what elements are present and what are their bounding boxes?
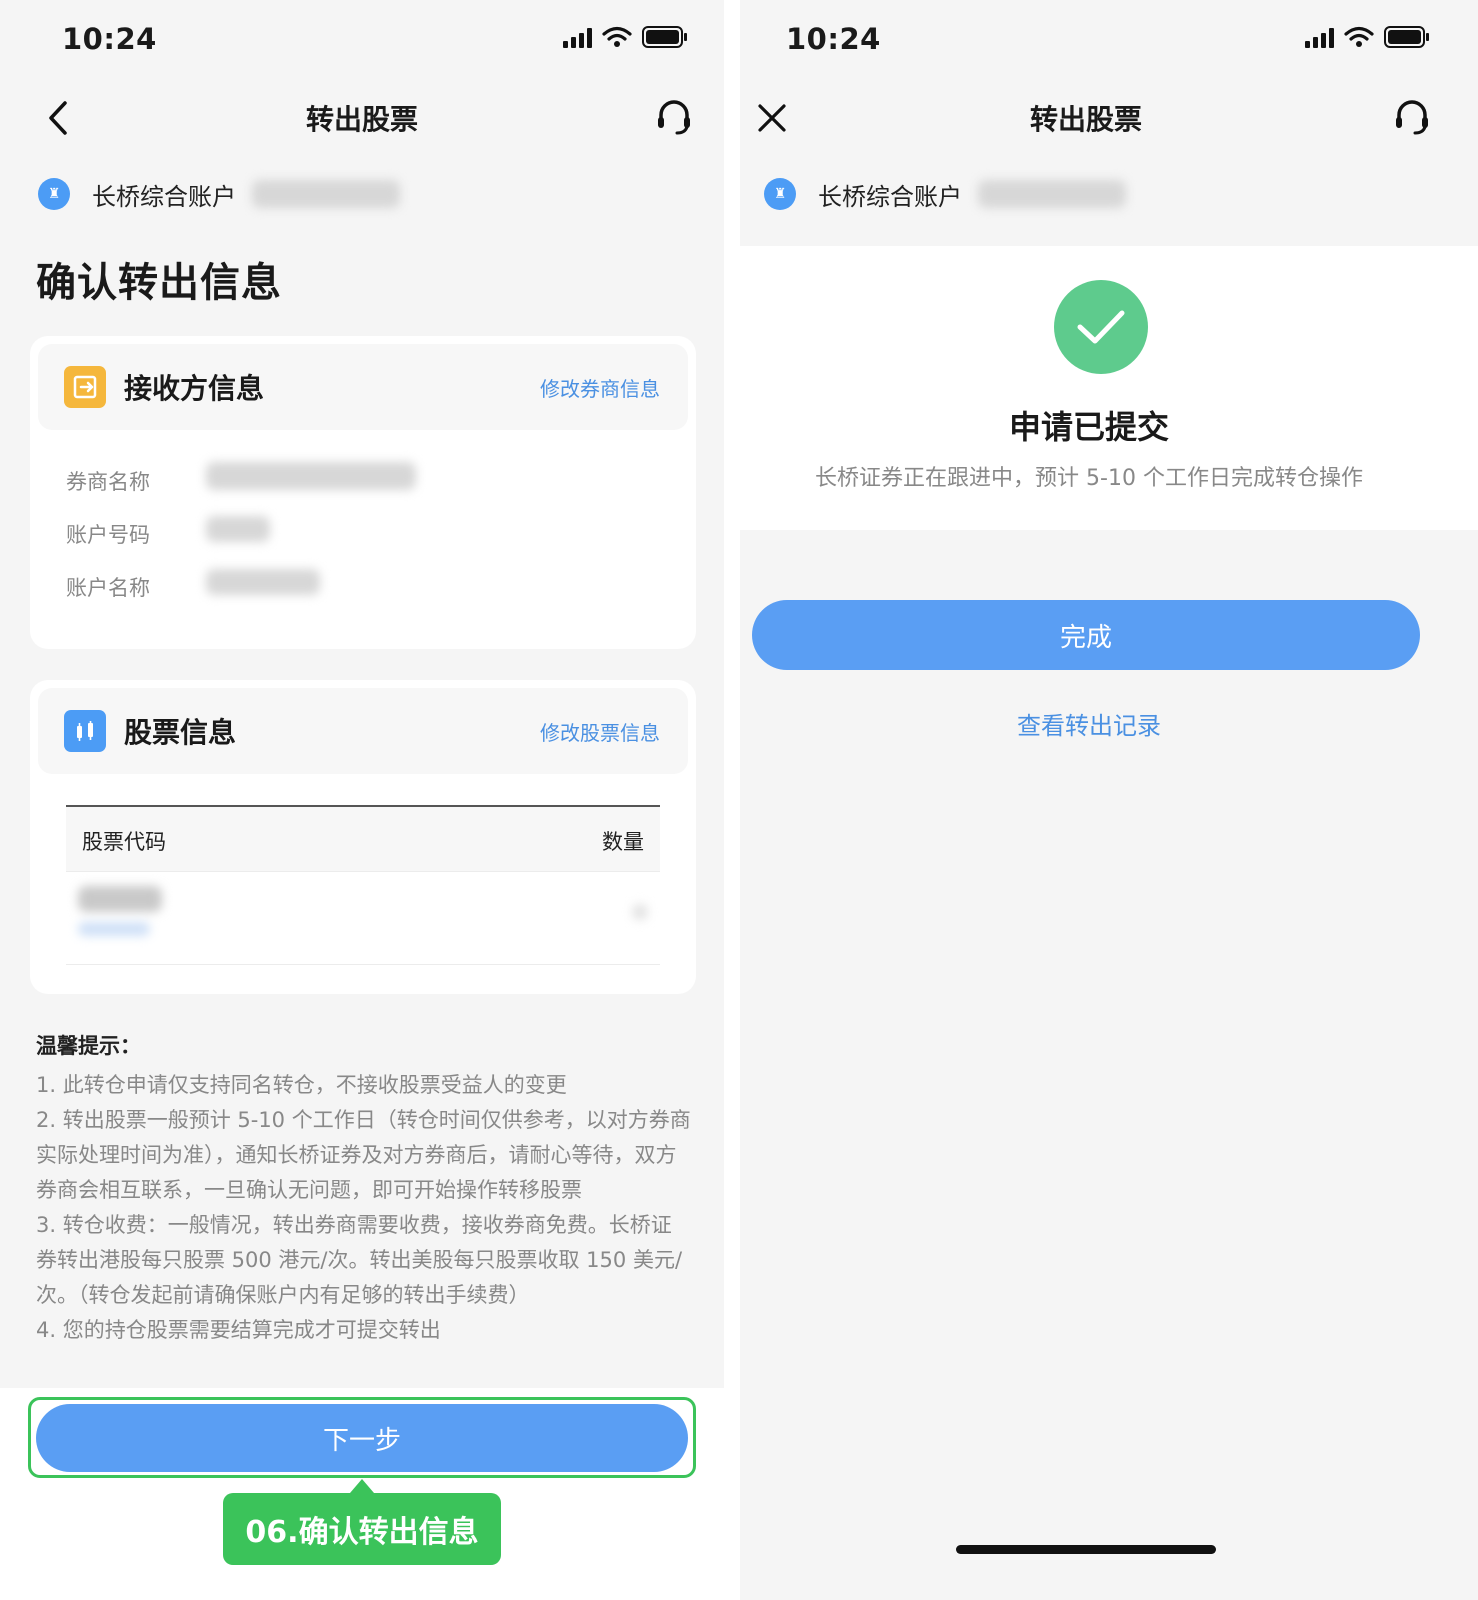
- confirm-transfer-screen: 10:24 转出股票 ♜ 长桥综合账户 确认转出信息 接收方信息 修改券商信息 …: [0, 0, 724, 1600]
- done-button[interactable]: 完成: [752, 600, 1420, 670]
- stock-info-card: 股票信息 修改股票信息 股票代码 数量: [30, 680, 696, 994]
- account-row[interactable]: ♜ 长桥综合账户: [38, 174, 400, 214]
- receiver-info-title: 接收方信息: [124, 372, 265, 405]
- nav-title: 转出股票: [1029, 103, 1142, 136]
- nav-bar: 转出股票: [740, 90, 1478, 146]
- account-number-redacted: [978, 180, 1126, 208]
- cellular-signal-icon: [563, 26, 592, 48]
- table-bottom-line: [66, 964, 660, 965]
- account-number-value-redacted: [206, 516, 270, 542]
- wifi-icon: [1344, 26, 1374, 47]
- customer-service-button[interactable]: [652, 96, 696, 140]
- customer-service-button[interactable]: [1390, 96, 1434, 140]
- edit-stock-link[interactable]: 修改股票信息: [540, 717, 660, 746]
- status-bar: 10:24: [740, 18, 1478, 62]
- stock-info-title: 股票信息: [124, 716, 237, 749]
- success-check-icon: [1054, 280, 1148, 374]
- account-row[interactable]: ♜ 长桥综合账户: [764, 174, 1126, 214]
- bank-icon: ♜: [764, 178, 796, 210]
- account-holder-label: 账户名称: [66, 576, 150, 600]
- broker-name-value-redacted: [206, 462, 416, 490]
- headset-icon: [658, 100, 690, 135]
- callout-arrow: [350, 1479, 374, 1493]
- success-title: 申请已提交: [1008, 408, 1169, 446]
- receiver-transfer-icon: [64, 366, 106, 408]
- screen-divider: [724, 0, 740, 1600]
- status-time: 10:24: [62, 22, 157, 56]
- success-subtitle: 长桥证券正在跟进中，预计 5-10 个工作日完成转仓操作: [815, 466, 1363, 491]
- status-bar: 10:24: [0, 18, 724, 62]
- nav-title: 转出股票: [305, 103, 418, 136]
- success-panel: 申请已提交 长桥证券正在跟进中，预计 5-10 个工作日完成转仓操作: [740, 246, 1478, 530]
- view-transfer-records-link[interactable]: 查看转出记录: [740, 706, 1438, 741]
- tip-item: 1. 此转仓申请仅支持同名转仓，不接收股票受益人的变更: [36, 1073, 567, 1097]
- tips-section: 温馨提示： 1. 此转仓申请仅支持同名转仓，不接收股票受益人的变更 2. 转出股…: [36, 1030, 692, 1348]
- stock-chart-icon: [64, 710, 106, 752]
- battery-icon: [642, 26, 687, 48]
- stock-code-redacted: [78, 922, 150, 936]
- bank-icon: ♜: [38, 178, 70, 210]
- step-callout-label: 06.确认转出信息: [223, 1493, 501, 1565]
- stock-name-redacted: [78, 886, 162, 912]
- tips-title: 温馨提示：: [36, 1034, 141, 1058]
- page-title: 确认转出信息: [36, 260, 282, 306]
- edit-broker-link[interactable]: 修改券商信息: [540, 373, 660, 402]
- column-quantity: 数量: [602, 830, 644, 854]
- battery-icon: [1384, 26, 1429, 48]
- stock-quantity-redacted: [632, 904, 648, 920]
- receiver-info-card: 接收方信息 修改券商信息 券商名称 账户号码 账户名称: [30, 336, 696, 649]
- account-name: 长桥综合账户: [92, 182, 236, 211]
- home-indicator: [956, 1545, 1216, 1554]
- cellular-signal-icon: [1305, 26, 1334, 48]
- stock-table-header: 股票代码 数量: [66, 807, 660, 871]
- receiver-info-header: 接收方信息 修改券商信息: [38, 344, 688, 430]
- status-icons: [563, 26, 688, 48]
- account-number-label: 账户号码: [66, 523, 150, 547]
- tip-item: 4. 您的持仓股票需要结算完成才可提交转出: [36, 1318, 441, 1342]
- status-time: 10:24: [786, 22, 881, 56]
- tip-item: 3. 转仓收费：一般情况，转出券商需要收费，接收券商免费。长桥证券转出港股每只股…: [36, 1213, 683, 1307]
- account-number-redacted: [252, 180, 400, 208]
- column-stock-code: 股票代码: [82, 830, 166, 854]
- account-name: 长桥综合账户: [818, 182, 962, 211]
- account-holder-value-redacted: [206, 569, 320, 595]
- status-icons: [1305, 26, 1430, 48]
- stock-row[interactable]: [66, 872, 660, 964]
- next-step-button[interactable]: 下一步: [36, 1404, 688, 1472]
- wifi-icon: [602, 26, 632, 47]
- stock-info-header: 股票信息 修改股票信息: [38, 688, 688, 774]
- tip-item: 2. 转出股票一般预计 5-10 个工作日（转仓时间仅供参考，以对方券商实际处理…: [36, 1108, 691, 1202]
- broker-name-label: 券商名称: [66, 470, 150, 494]
- headset-icon: [1396, 100, 1428, 135]
- nav-bar: 转出股票: [0, 90, 724, 146]
- transfer-submitted-screen: 10:24 转出股票 ♜ 长桥综合账户 申请已提交 长桥证券正在跟进中，预计 5…: [740, 0, 1478, 1600]
